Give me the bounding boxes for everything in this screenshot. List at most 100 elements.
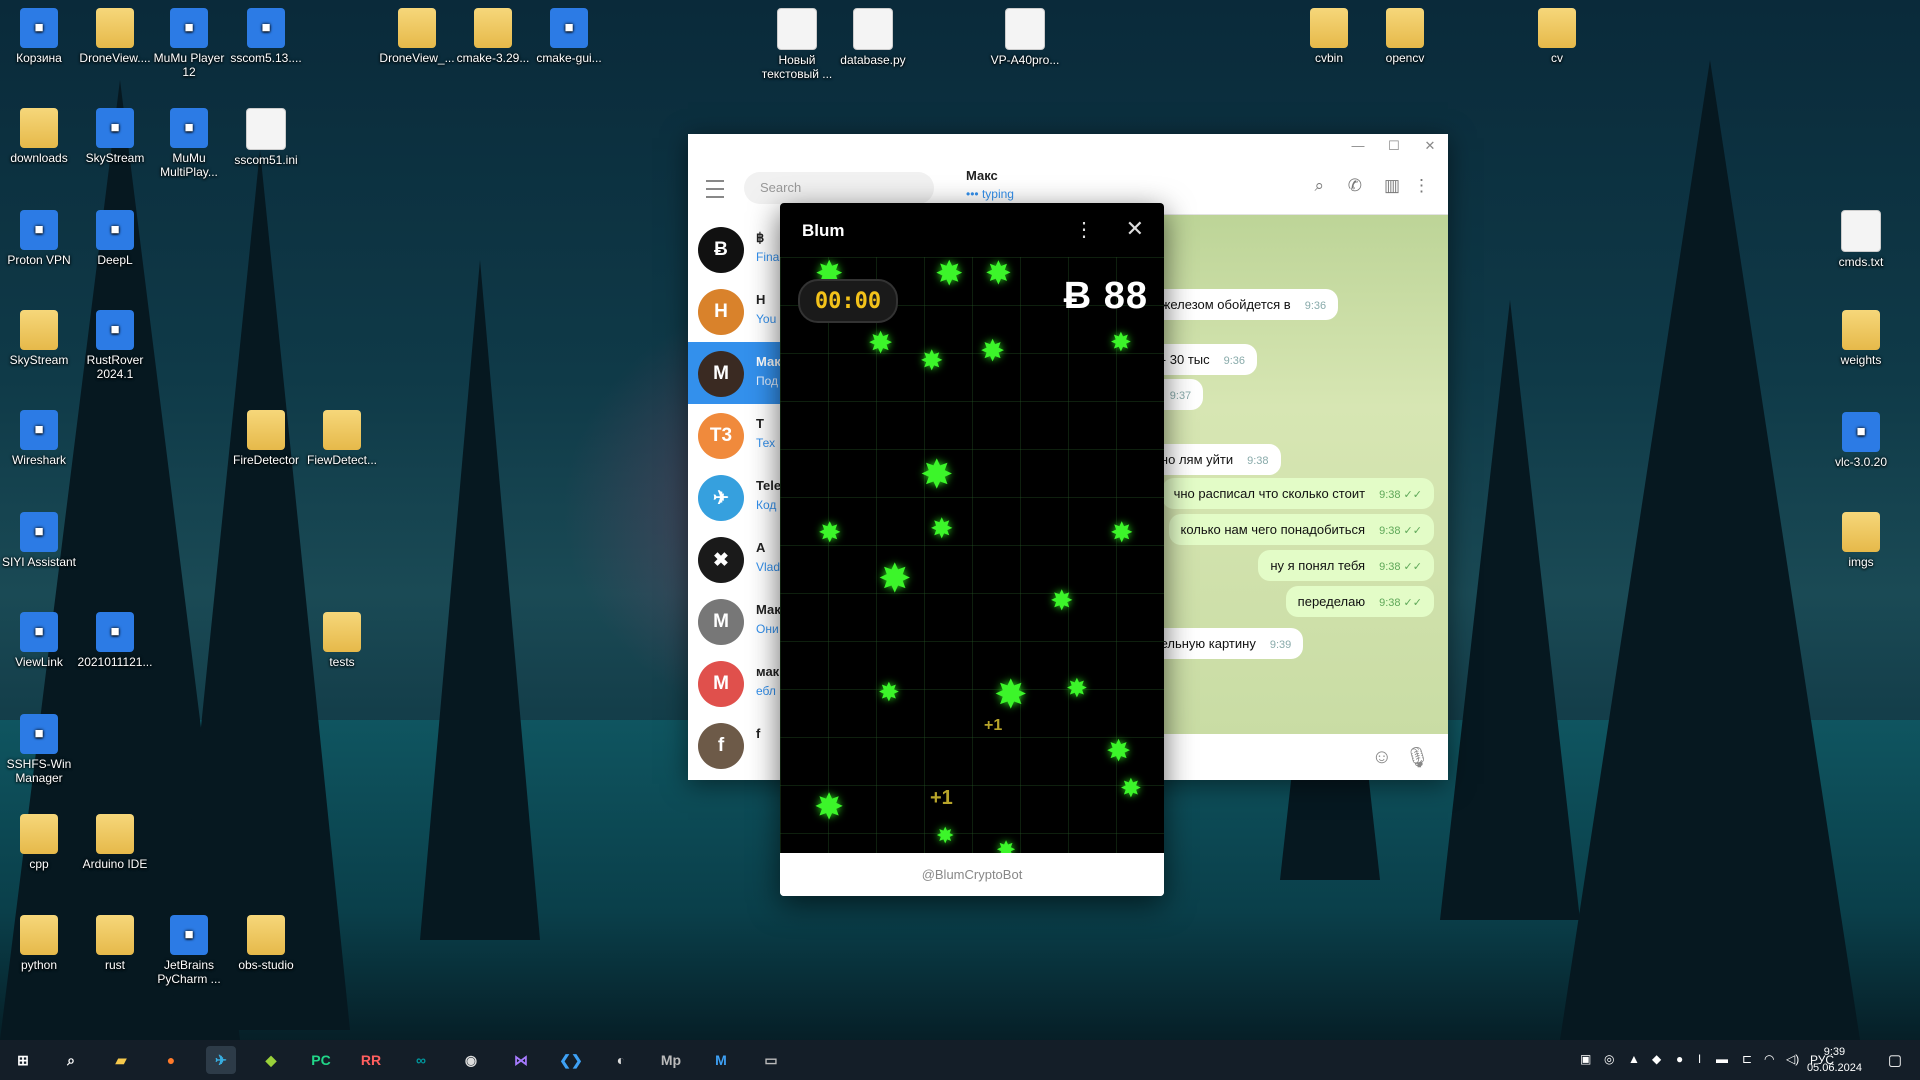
blum-flower-target[interactable]: ✸ [814, 789, 844, 825]
firefox-icon[interactable]: ● [156, 1046, 186, 1074]
desktop-icon[interactable]: DroneView.... [76, 8, 154, 65]
app-diamond-icon[interactable]: ◆ [256, 1046, 286, 1074]
mp-app-icon[interactable]: Mp [656, 1046, 686, 1074]
desktop-icon[interactable]: cvbin [1290, 8, 1368, 65]
file-explorer-icon[interactable]: ▰ [106, 1046, 136, 1074]
telegram-icon[interactable]: ✈ [206, 1046, 236, 1074]
blum-flower-target[interactable]: ✸ [936, 825, 954, 847]
desktop-icon[interactable]: ■ MuMu Player 12 [150, 8, 228, 79]
blum-flower-target[interactable]: ✸ [1110, 519, 1133, 547]
minimize-icon[interactable]: — [1348, 138, 1368, 153]
battery-icon[interactable]: ▬ [1716, 1052, 1728, 1066]
desktop-icon[interactable]: ■ SIYI Assistant [0, 512, 78, 569]
vscode-icon[interactable]: ❮❯ [556, 1046, 586, 1074]
blum-flower-target[interactable]: ✸ [1110, 329, 1132, 355]
desktop-icon[interactable]: ■ sscom5.13.... [227, 8, 305, 65]
blum-flower-target[interactable]: ✸ [1066, 675, 1088, 701]
desktop-icon[interactable]: sscom51.ini [227, 108, 305, 167]
tray-mic-icon[interactable]: ǀ [1698, 1052, 1701, 1066]
blum-flower-target[interactable]: ✸ [818, 519, 841, 547]
desktop-icon[interactable]: DroneView_... [378, 8, 456, 65]
desktop-icon[interactable]: Arduino IDE [76, 814, 154, 871]
blum-flower-target[interactable]: ✸ [868, 329, 893, 359]
maximize-icon[interactable]: ☐ [1384, 138, 1404, 154]
desktop-icon[interactable]: SkyStream [0, 310, 78, 367]
blum-flower-target[interactable]: ✸ [1106, 737, 1131, 767]
desktop-icon[interactable]: Новый текстовый ... [758, 8, 836, 81]
blum-flower-target[interactable]: ✸ [920, 347, 943, 375]
desktop-icon[interactable]: opencv [1366, 8, 1444, 65]
close-icon[interactable]: ✕ [1420, 138, 1440, 154]
game-field[interactable]: ✸ ✸ ✸ ✸ ✸ ✸ ✸ ✸ ✸ ✸ ✸ ✸ ✸ ✸ ✸ ✸ ✸ ✸ ✸ ✸ ✸ 00:00 Ƀ 88 +1 +1 [780, 257, 1164, 853]
phone-icon[interactable]: ✆ [1348, 176, 1362, 196]
clock[interactable]: 9:39 05.06.2024 [1807, 1044, 1862, 1076]
desktop-icon[interactable]: imgs [1822, 512, 1900, 569]
desktop-icon[interactable]: FiewDetect... [303, 410, 381, 467]
arduino-icon[interactable]: ∞ [406, 1046, 436, 1074]
more-icon[interactable]: ⋮ [1413, 176, 1430, 196]
desktop-icon[interactable]: ■ SSHFS-Win Manager [0, 714, 78, 785]
more-icon[interactable]: ⋮ [1074, 217, 1094, 242]
desktop-icon[interactable]: ■ RustRover 2024.1 [76, 310, 154, 381]
search-icon[interactable]: ⌕ [56, 1046, 86, 1074]
desktop-icon[interactable]: ■ MuMu MultiPlay... [150, 108, 228, 179]
blum-flower-target[interactable]: ✸ [878, 679, 900, 705]
desktop-icon[interactable]: ■ Proton VPN [0, 210, 78, 267]
contact-name[interactable]: Макс [966, 168, 998, 183]
wireshark-icon[interactable]: ◐ [606, 1046, 636, 1074]
blum-flower-target[interactable]: ✸ [996, 839, 1016, 854]
mumu-icon[interactable]: M [706, 1046, 736, 1074]
desktop-icon[interactable]: rust [76, 915, 154, 972]
desktop-icon[interactable]: ■ ViewLink [0, 612, 78, 669]
blum-flower-target[interactable]: ✸ [985, 257, 1012, 289]
desktop-icon[interactable]: ■ SkyStream [76, 108, 154, 165]
tray-app-icon[interactable]: ▣ [1580, 1052, 1591, 1066]
desktop-icon[interactable]: downloads [0, 108, 78, 165]
blum-flower-target[interactable]: ✸ [930, 515, 953, 543]
desktop-icon[interactable]: ■ cmake-gui... [530, 8, 608, 65]
blum-flower-target[interactable]: ✸ [935, 257, 964, 291]
blum-flower-target[interactable]: ✸ [920, 455, 954, 495]
blum-flower-target[interactable]: ✸ [1050, 587, 1073, 615]
desktop-icon[interactable]: ■ Корзина [0, 8, 78, 65]
microphone-icon[interactable]: 🎙 [1405, 745, 1430, 770]
emoji-icon[interactable]: ☺ [1372, 746, 1392, 769]
desktop-icon[interactable]: FireDetector [227, 410, 305, 467]
desktop-icon[interactable]: ■ Wireshark [0, 410, 78, 467]
rustrover-icon[interactable]: RR [356, 1046, 386, 1074]
wifi-icon[interactable]: ◠ [1764, 1052, 1774, 1066]
tray-nvidia-icon[interactable]: ▲ [1628, 1052, 1640, 1066]
desktop-icon[interactable]: obs-studio [227, 915, 305, 972]
desktop-icon[interactable]: weights [1822, 310, 1900, 367]
notification-icon[interactable]: ▢ [1888, 1051, 1902, 1069]
blum-flower-target[interactable]: ✸ [1120, 775, 1142, 801]
search-input[interactable]: Search [744, 172, 934, 204]
close-icon[interactable]: ✕ [1126, 216, 1144, 242]
search-icon[interactable]: ⌕ [1314, 176, 1324, 196]
desktop-icon[interactable]: ■ vlc-3.0.20 [1822, 412, 1900, 469]
blum-flower-target[interactable]: ✸ [994, 675, 1028, 715]
desktop-icon[interactable]: cmake-3.29... [454, 8, 532, 65]
desktop-icon[interactable]: ■ 2021011121... [76, 612, 154, 669]
pycharm-icon[interactable]: PC [306, 1046, 336, 1074]
tray-vpn-icon[interactable]: ◆ [1652, 1052, 1661, 1066]
windows-start-icon[interactable]: ⊞ [8, 1046, 38, 1074]
blum-flower-target[interactable]: ✸ [980, 337, 1005, 367]
desktop-icon[interactable]: cpp [0, 814, 78, 871]
desktop-icon[interactable]: ■ JetBrains PyCharm ... [150, 915, 228, 986]
blum-flower-target[interactable]: ✸ [878, 559, 912, 599]
tray-steam-icon[interactable]: ◎ [1604, 1052, 1614, 1066]
desktop-icon[interactable]: python [0, 915, 78, 972]
visual-studio-icon[interactable]: ⋈ [506, 1046, 536, 1074]
desktop-icon[interactable]: ■ DeepL [76, 210, 154, 267]
desktop-icon[interactable]: cv [1518, 8, 1596, 65]
desktop-icon[interactable]: VP-A40pro... [986, 8, 1064, 67]
desktop-icon[interactable]: database.py [834, 8, 912, 67]
volume-icon[interactable]: ◁) [1786, 1052, 1799, 1066]
sidebar-toggle-icon[interactable]: ▥ [1384, 176, 1400, 196]
obs-icon[interactable]: ◉ [456, 1046, 486, 1074]
desktop-icon[interactable]: tests [303, 612, 381, 669]
menu-icon[interactable] [706, 180, 724, 198]
usb-icon[interactable]: ⊏ [1742, 1052, 1752, 1066]
desktop-icon[interactable]: cmds.txt [1822, 210, 1900, 269]
